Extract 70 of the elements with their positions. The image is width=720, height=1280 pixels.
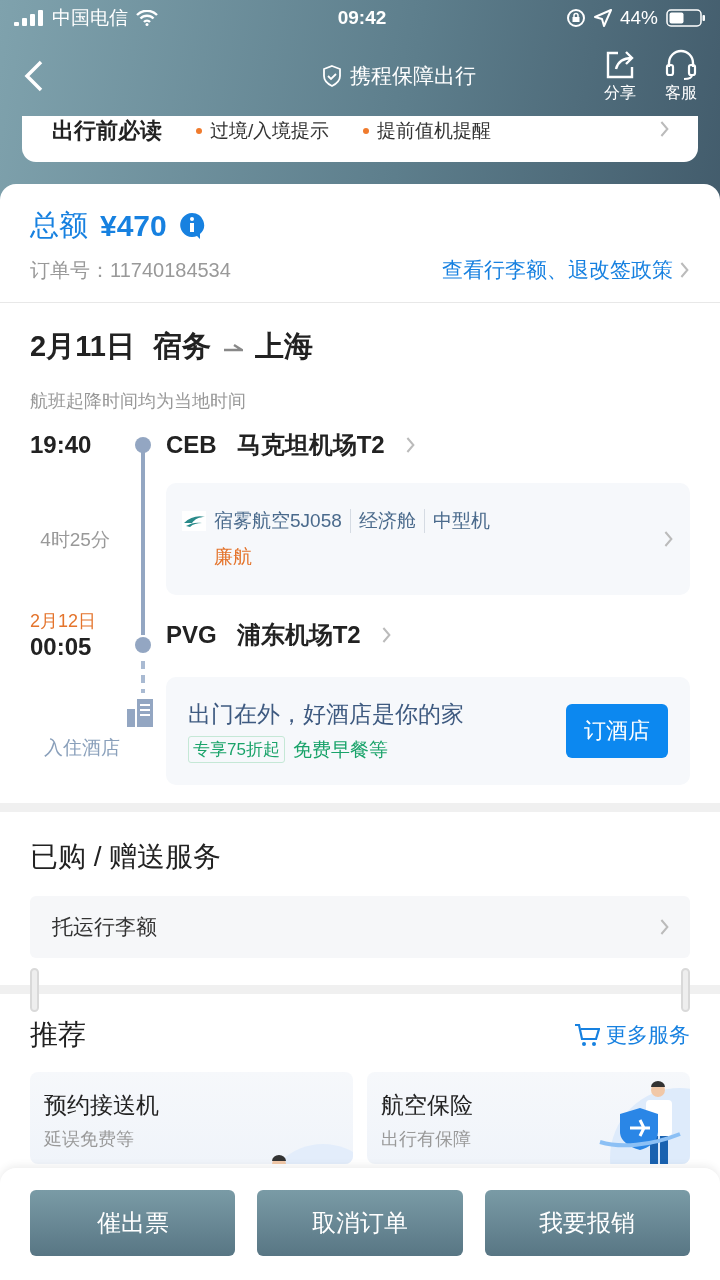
local-time-note: 航班起降时间均为当地时间 <box>30 390 247 413</box>
page-title: 携程保障出行 <box>350 63 476 89</box>
bullet-dot <box>196 128 202 134</box>
shield-check-icon <box>322 65 342 87</box>
order-number: 11740184534 <box>110 258 231 282</box>
services-title: 已购 / 赠送服务 <box>30 840 223 874</box>
chevron-right-icon <box>659 120 670 138</box>
battery-percent: 44% <box>619 7 658 29</box>
signal-icon <box>14 10 44 26</box>
action-button[interactable]: 我要报销 <box>484 1190 690 1256</box>
origin-city: 宿务 <box>152 329 211 364</box>
hotel-promo-title: 出门在外，好酒店是你的家 <box>188 700 464 729</box>
share-button[interactable]: 分享 <box>604 48 636 104</box>
total-amount: ¥470 <box>100 209 167 243</box>
order-number-label: 订单号： <box>30 257 110 283</box>
notice-item: 过境/入境提示 <box>210 119 330 143</box>
action-button[interactable]: 取消订单 <box>257 1190 463 1256</box>
timeline-dot <box>135 637 151 653</box>
flight-info-card[interactable]: 宿雾航空5J058 经济舱 中型机 廉航 <box>166 483 690 595</box>
flight-duration: 4时25分 <box>40 528 110 552</box>
discount-tag: 专享75折起 <box>188 736 285 763</box>
bullet-dot <box>363 128 370 134</box>
book-hotel-button[interactable]: 订酒店 <box>566 704 668 758</box>
flight-date: 2月11日 <box>30 329 135 364</box>
arrival-airport[interactable]: PVG 浦东机场T2 <box>166 609 690 661</box>
clock-time: 09:42 <box>337 7 387 29</box>
customer-service-button[interactable]: 客服 <box>664 48 698 104</box>
share-icon <box>604 48 636 81</box>
arrival-time: 00:05 <box>30 633 92 661</box>
flight-number: 宿雾航空5J058 <box>214 509 342 533</box>
destination-city: 上海 <box>254 329 313 364</box>
breakfast-perk: 免费早餐等 <box>292 737 388 762</box>
hotel-promo-card[interactable]: 出门在外，好酒店是你的家 专享75折起 免费早餐等 订酒店 <box>166 677 690 785</box>
back-icon[interactable] <box>24 60 44 92</box>
notice-card[interactable]: 出行前必读 过境/入境提示 提前值机提醒 <box>22 116 698 162</box>
aircraft-size: 中型机 <box>432 509 490 533</box>
service-row[interactable]: 托运行李额 <box>30 896 690 958</box>
location-arrow-icon <box>593 9 612 27</box>
chevron-right-icon <box>663 530 674 548</box>
recommend-title: 推荐 <box>30 1018 86 1052</box>
battery-icon <box>666 9 706 27</box>
chevron-right-icon <box>659 918 670 936</box>
cart-icon <box>574 1023 600 1047</box>
low-cost-tag: 廉航 <box>214 544 490 570</box>
headset-icon <box>664 48 698 81</box>
chevron-right-icon <box>404 436 416 454</box>
more-services-link[interactable]: 更多服务 <box>574 1021 690 1049</box>
chevron-right-icon <box>380 626 392 644</box>
action-button[interactable]: 催出票 <box>30 1190 236 1256</box>
recommend-card-subtitle: 延误免费等 <box>44 1128 135 1151</box>
departure-airport[interactable]: CEB 马克坦机场T2 <box>166 419 690 471</box>
info-icon[interactable] <box>178 212 205 240</box>
carrier-name: 中国电信 <box>52 6 128 30</box>
cabin-class: 经济舱 <box>358 509 416 533</box>
recommend-card[interactable]: 航空保险 出行有保障 <box>367 1072 690 1164</box>
arrival-date: 2月12日 <box>30 610 97 633</box>
policy-link[interactable]: 查看行李额、退改签政策 <box>442 256 690 284</box>
airline-logo-icon <box>182 511 206 531</box>
notice-title: 出行前必读 <box>52 117 162 145</box>
departure-time: 19:40 <box>30 431 92 459</box>
wifi-icon <box>136 10 158 26</box>
recommend-card-title: 预约接送机 <box>44 1091 160 1120</box>
check-in-hotel-label: 入住酒店 <box>44 736 120 760</box>
rotation-lock-icon <box>565 8 586 28</box>
recommend-card[interactable]: 预约接送机 延误免费等 <box>30 1072 353 1164</box>
notice-item: 提前值机提醒 <box>377 119 492 143</box>
total-label: 总额 <box>30 208 88 243</box>
recommend-card-subtitle: 出行有保障 <box>381 1128 472 1151</box>
chevron-right-icon <box>679 261 690 279</box>
recommend-card-title: 航空保险 <box>381 1091 474 1120</box>
